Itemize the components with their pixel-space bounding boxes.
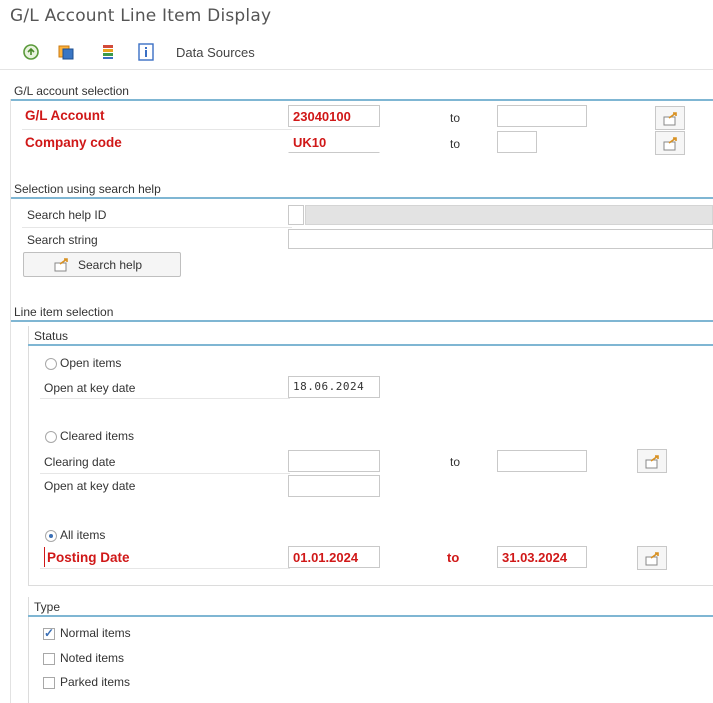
company-code-to-label: to [450, 137, 461, 151]
type-group [28, 597, 713, 703]
company-code-from-input[interactable]: UK10 [288, 131, 380, 153]
type-group-title: Type [34, 600, 61, 614]
checkmark-icon: ✓ [44, 626, 55, 640]
cleared-items-label: Cleared items [60, 429, 135, 443]
company-code-to-input[interactable] [497, 131, 537, 153]
info-icon[interactable] [137, 43, 155, 61]
all-items-radio[interactable] [45, 530, 57, 542]
cleared-open-key-date-input[interactable] [288, 475, 380, 497]
company-code-label: Company code [25, 135, 122, 150]
noted-items-checkbox[interactable] [43, 653, 55, 665]
posting-date-multiple-selection-button[interactable] [637, 546, 667, 570]
open-key-date-label: Open at key date [44, 381, 136, 395]
clearing-date-label: Clearing date [44, 455, 116, 469]
search-help-title: Selection using search help [14, 182, 161, 196]
execute-icon[interactable] [22, 43, 40, 61]
window-title: G/L Account Line Item Display [10, 6, 272, 26]
noted-items-label: Noted items [60, 651, 125, 665]
open-items-radio[interactable] [45, 358, 57, 370]
clearing-date-multiple-selection-button[interactable] [637, 449, 667, 473]
posting-date-to-label: to [447, 550, 460, 565]
cleared-open-key-date-label: Open at key date [44, 479, 136, 493]
gl-account-to-label: to [450, 111, 461, 125]
clearing-date-from-input[interactable] [288, 450, 380, 472]
cleared-items-radio[interactable] [45, 431, 57, 443]
search-help-id-label: Search help ID [27, 208, 107, 222]
posting-date-label: Posting Date [47, 550, 130, 565]
clearing-date-to-input[interactable] [497, 450, 587, 472]
open-key-date-input[interactable]: 18.06.2024 [288, 376, 380, 398]
toolbar: Data Sources [0, 34, 713, 70]
gl-account-multiple-selection-button[interactable] [655, 106, 685, 130]
search-string-label: Search string [27, 233, 98, 247]
search-help-divider [10, 197, 713, 199]
posting-date-from-input[interactable]: 01.01.2024 [288, 546, 380, 568]
company-code-multiple-selection-button[interactable] [655, 131, 685, 155]
line-item-selection-divider [10, 320, 713, 322]
search-help-button-label: Search help [78, 258, 143, 272]
multiple-selection-icon [663, 112, 677, 126]
list-icon[interactable] [99, 43, 117, 61]
normal-items-label: Normal items [60, 626, 131, 640]
gl-account-to-input[interactable] [497, 105, 587, 127]
gl-selection-title: G/L account selection [14, 84, 129, 98]
parked-items-checkbox[interactable] [43, 677, 55, 689]
search-help-id-input[interactable] [288, 205, 304, 225]
gl-account-from-input[interactable]: 23040100 [288, 105, 380, 127]
open-items-label: Open items [60, 356, 122, 370]
normal-items-checkbox[interactable]: ✓ [43, 626, 55, 640]
search-string-input[interactable] [288, 229, 713, 249]
copy-icon[interactable] [57, 43, 75, 61]
data-sources-button[interactable]: Data Sources [176, 45, 255, 60]
clearing-date-to-label: to [450, 455, 461, 469]
multiple-selection-icon [645, 455, 659, 469]
multiple-selection-icon [645, 552, 659, 566]
line-item-selection-title: Line item selection [14, 305, 114, 319]
parked-items-label: Parked items [60, 675, 131, 689]
posting-date-to-input[interactable]: 31.03.2024 [497, 546, 587, 568]
search-help-button[interactable]: Search help [23, 252, 181, 277]
gl-selection-divider [10, 99, 713, 101]
search-help-id-description [305, 205, 713, 225]
gl-account-label: G/L Account [25, 108, 105, 123]
status-group-title: Status [34, 329, 69, 343]
all-items-label: All items [60, 528, 106, 542]
multiple-selection-icon [663, 137, 677, 151]
search-help-icon [54, 258, 68, 272]
